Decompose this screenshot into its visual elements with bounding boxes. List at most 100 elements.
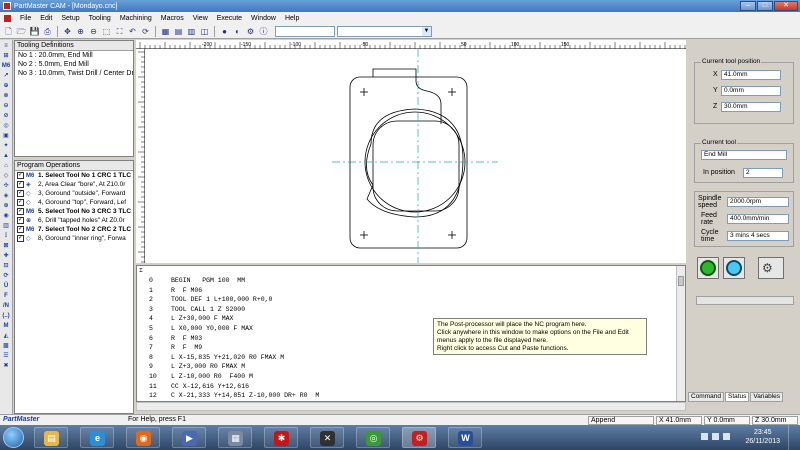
- show-desktop-button[interactable]: [788, 425, 800, 450]
- timer-button[interactable]: [723, 257, 745, 279]
- operation-item[interactable]: ✓ M6 5. Select Tool No 3 CRC 3 TLC: [15, 207, 133, 216]
- nc-line[interactable]: 12 C X-21,333 Y+14,851 Z-10,000 DR+ R0 M: [149, 391, 319, 400]
- operation-checkbox[interactable]: ✓: [17, 199, 24, 206]
- menu-execute[interactable]: Execute: [217, 15, 242, 22]
- operation-tool-icon[interactable]: ⊕: [1, 82, 11, 91]
- zoom-previous-icon[interactable]: ↶: [127, 26, 138, 37]
- operation-item[interactable]: ✓ ◇ 4, Goround "top", Forward, Lef: [15, 198, 133, 207]
- tab-command[interactable]: Command: [688, 392, 724, 402]
- menu-edit[interactable]: Edit: [40, 15, 52, 22]
- redraw-icon[interactable]: ⟳: [140, 26, 151, 37]
- view-combo[interactable]: [275, 25, 335, 37]
- nc-line[interactable]: 7 R F M9: [149, 343, 202, 352]
- close-button[interactable]: ✕: [774, 1, 798, 11]
- tab-variables[interactable]: Variables: [750, 392, 784, 402]
- operation-tool-icon[interactable]: ◇: [1, 172, 11, 181]
- operation-item[interactable]: ✓ ◈ 2, Area Clear "bore", At Z10.0r: [15, 180, 133, 189]
- media-app[interactable]: ▶: [172, 427, 206, 448]
- zoom-extents-icon[interactable]: ⛶: [114, 26, 125, 37]
- layer-combo[interactable]: ▼: [337, 25, 432, 37]
- save-icon[interactable]: 💾: [29, 26, 40, 37]
- menu-setup[interactable]: Setup: [61, 15, 79, 22]
- operation-tool-icon[interactable]: ▥: [1, 222, 11, 231]
- operation-tool-icon[interactable]: ◭: [1, 332, 11, 341]
- new-icon[interactable]: 🗋: [3, 26, 14, 37]
- operation-tool-icon[interactable]: ✣: [1, 182, 11, 191]
- nc-line[interactable]: 6 R F M03: [149, 334, 202, 343]
- tools-app[interactable]: ✕: [310, 427, 344, 448]
- partmaster-app[interactable]: ⚙: [402, 427, 436, 448]
- operation-item[interactable]: ✓ M6 7. Select Tool No 2 CRC 2 TLC: [15, 225, 133, 234]
- setup-icon[interactable]: ⚙: [245, 26, 256, 37]
- operation-checkbox[interactable]: ✓: [17, 172, 24, 179]
- nc-line[interactable]: 4 L Z+30,000 F MAX: [149, 314, 233, 323]
- operation-tool-icon[interactable]: ↗: [1, 72, 11, 81]
- tab-status[interactable]: Status: [724, 392, 750, 402]
- operation-tool-icon[interactable]: ✦: [1, 142, 11, 151]
- scroll-thumb[interactable]: [678, 276, 684, 286]
- operation-tool-icon[interactable]: ⊡: [1, 262, 11, 271]
- window-titlebar[interactable]: PartMaster CAM - [Mondayo.cnc] – □ ✕: [0, 0, 800, 12]
- nc-line[interactable]: 8 L X-15,835 Y+21,020 R0 FMAX M: [149, 353, 284, 362]
- nc-line[interactable]: 2 TOOL DEF 1 L+100,000 R+0,0: [149, 295, 272, 304]
- operation-tool-icon[interactable]: ≡: [1, 42, 11, 51]
- calculator-app[interactable]: ▦: [218, 427, 252, 448]
- cad-app[interactable]: ✱: [264, 427, 298, 448]
- operation-checkbox[interactable]: ✓: [17, 181, 24, 188]
- operation-tool-icon[interactable]: ⋮: [1, 232, 11, 241]
- operation-tool-icon[interactable]: Ü: [1, 282, 11, 291]
- operation-tool-icon[interactable]: M: [1, 322, 11, 331]
- operation-checkbox[interactable]: ✓: [17, 190, 24, 197]
- operation-item[interactable]: ✓ ◇ 3, Goround "outside", Forward: [15, 189, 133, 198]
- tool-definition-item[interactable]: No 3 : 10.0mm, Twist Drill / Center Dr: [15, 69, 133, 78]
- operation-tool-icon[interactable]: ⊗: [1, 92, 11, 101]
- clock[interactable]: 23:45 26/11/2013: [745, 428, 780, 446]
- menu-view[interactable]: View: [193, 15, 208, 22]
- info-icon[interactable]: ⓘ: [258, 26, 269, 37]
- operation-tool-icon[interactable]: F: [1, 292, 11, 301]
- menu-help[interactable]: Help: [285, 15, 299, 22]
- operation-tool-icon[interactable]: ▣: [1, 132, 11, 141]
- move-icon[interactable]: ✥: [62, 26, 73, 37]
- operation-item[interactable]: ✓ ⊕ 6, Drill "tapped holes" At Z0.0r: [15, 216, 133, 225]
- operation-tool-icon[interactable]: ⊠: [1, 242, 11, 251]
- word-app[interactable]: W: [448, 427, 482, 448]
- operation-tool-icon[interactable]: ◎: [1, 122, 11, 131]
- zoom-window-icon[interactable]: ⬚: [101, 26, 112, 37]
- tool-definition-item[interactable]: No 1 : 20.0mm, End Mill: [15, 51, 133, 60]
- operation-tool-icon[interactable]: /N: [1, 302, 11, 311]
- zoom-in-icon[interactable]: ⊕: [75, 26, 86, 37]
- operation-tool-icon[interactable]: ◈: [1, 192, 11, 201]
- nc-horizontal-scrollbar[interactable]: [136, 402, 686, 411]
- operation-item[interactable]: ✓ ◇ 8, Goround "inner ring", Forwa: [15, 234, 133, 243]
- menu-window[interactable]: Window: [251, 15, 276, 22]
- ie-app[interactable]: e: [80, 427, 114, 448]
- operation-tool-icon[interactable]: ✚: [1, 252, 11, 261]
- view-top-icon[interactable]: ▦: [160, 26, 171, 37]
- zoom-out-icon[interactable]: ⊖: [88, 26, 99, 37]
- firefox-app[interactable]: ◉: [126, 427, 160, 448]
- nc-line[interactable]: 3 TOOL CALL 1 Z S2000: [149, 305, 245, 314]
- chrome-app[interactable]: ◎: [356, 427, 390, 448]
- menu-macros[interactable]: Macros: [161, 15, 184, 22]
- view-iso-icon[interactable]: ◫: [199, 26, 210, 37]
- nc-line[interactable]: 9 L Z+3,000 R0 FMAX M: [149, 362, 245, 371]
- operation-checkbox[interactable]: ✓: [17, 235, 24, 242]
- nc-line[interactable]: 0 BEGIN PGM 100 MM: [149, 276, 245, 285]
- operation-item[interactable]: ✓ M6 1. Select Tool No 1 CRC 1 TLC: [15, 171, 133, 180]
- minimize-button[interactable]: –: [740, 1, 756, 11]
- start-button[interactable]: [3, 427, 24, 448]
- operation-checkbox[interactable]: ✓: [17, 208, 24, 215]
- menu-file[interactable]: File: [20, 15, 31, 22]
- simulate-icon[interactable]: ◐: [232, 26, 243, 37]
- operation-tool-icon[interactable]: M6: [1, 62, 11, 71]
- nc-line[interactable]: 5 L X0,000 Y0,000 F MAX: [149, 324, 253, 333]
- operation-tool-icon[interactable]: ⊘: [1, 112, 11, 121]
- operation-tool-icon[interactable]: (..): [1, 312, 11, 321]
- operation-tool-icon[interactable]: ⟳: [1, 272, 11, 281]
- tray-up-icon[interactable]: [701, 433, 708, 440]
- view-side-icon[interactable]: ▥: [186, 26, 197, 37]
- nc-program-editor[interactable]: ⌶ The Post-processor will place the NC p…: [136, 265, 686, 402]
- menu-tooling[interactable]: Tooling: [89, 15, 111, 22]
- operation-tool-icon[interactable]: ⊞: [1, 52, 11, 61]
